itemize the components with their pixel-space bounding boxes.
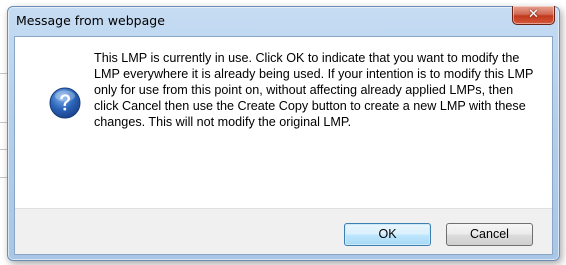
message-content: This LMP is currently in use. Click OK t… (15, 37, 552, 208)
ok-button[interactable]: OK (344, 223, 431, 246)
question-icon (49, 87, 81, 119)
close-button[interactable]: ✕ (512, 6, 555, 25)
message-dialog: Message from webpage ✕ This LMP is curre… (7, 6, 560, 261)
dialog-title-bar[interactable]: Message from webpage ✕ (8, 6, 559, 37)
dialog-client-area: This LMP is currently in use. Click OK t… (14, 36, 553, 255)
cancel-button[interactable]: Cancel (446, 223, 533, 246)
dialog-title: Message from webpage (16, 13, 165, 28)
dialog-button-bar: OK Cancel (15, 208, 552, 254)
close-icon: ✕ (528, 7, 539, 22)
message-text: This LMP is currently in use. Click OK t… (94, 51, 534, 129)
